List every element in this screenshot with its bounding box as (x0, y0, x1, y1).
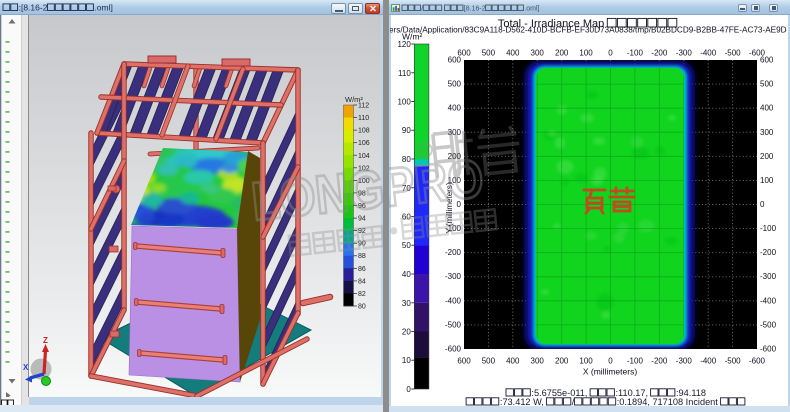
svg-text:40: 40 (402, 270, 411, 279)
svg-text:80: 80 (402, 155, 411, 164)
svg-text:.oml]: .oml] (524, 6, 539, 13)
svg-text:86: 86 (358, 266, 366, 273)
svg-text:-500: -500 (760, 320, 777, 329)
svg-text:500: 500 (448, 80, 462, 89)
svg-text::0.1894, 717108 Incident: :0.1894, 717108 Incident (617, 397, 719, 406)
svg-text:-100: -100 (627, 357, 644, 366)
svg-text:-300: -300 (676, 49, 693, 58)
svg-text:84: 84 (358, 278, 366, 285)
svg-text:-600: -600 (445, 345, 462, 354)
svg-text:-100: -100 (760, 224, 777, 233)
svg-text:400: 400 (506, 49, 520, 58)
svg-text:110: 110 (398, 69, 411, 78)
svg-text:70: 70 (402, 184, 411, 193)
svg-text:-500: -500 (445, 320, 462, 329)
svg-text:-200: -200 (651, 357, 668, 366)
svg-text:200: 200 (760, 152, 774, 161)
svg-text:-300: -300 (676, 357, 693, 366)
svg-text:96: 96 (358, 203, 366, 210)
svg-text:112: 112 (358, 103, 369, 110)
svg-text:-400: -400 (700, 49, 717, 58)
svg-text:90: 90 (358, 241, 366, 248)
svg-text:-400: -400 (700, 357, 717, 366)
svg-text:92: 92 (358, 228, 366, 235)
svg-text:600: 600 (760, 56, 774, 65)
svg-text:0: 0 (608, 49, 613, 58)
svg-text:100: 100 (397, 98, 411, 107)
svg-text:94: 94 (358, 216, 366, 223)
svg-text:500: 500 (482, 357, 496, 366)
svg-text:-200: -200 (760, 248, 777, 257)
svg-text:30: 30 (402, 299, 411, 308)
svg-text:-100: -100 (627, 49, 644, 58)
svg-text:Z: Z (43, 336, 48, 345)
svg-text:-100: -100 (445, 224, 462, 233)
svg-text:300: 300 (760, 128, 774, 137)
svg-text:90: 90 (402, 126, 411, 135)
svg-text:-300: -300 (760, 272, 777, 281)
svg-text:108: 108 (358, 128, 370, 135)
svg-text:-500: -500 (725, 49, 742, 58)
svg-text:10: 10 (402, 356, 411, 365)
svg-text:0: 0 (608, 357, 613, 366)
svg-text:-300: -300 (445, 272, 462, 281)
svg-text:80: 80 (358, 304, 366, 311)
svg-text:100: 100 (579, 49, 593, 58)
svg-text:300: 300 (531, 357, 545, 366)
svg-text:50: 50 (402, 241, 411, 250)
svg-text:600: 600 (457, 357, 471, 366)
svg-text::73.412 W,: :73.412 W, (500, 397, 544, 406)
svg-text:20: 20 (402, 328, 411, 337)
svg-text:300: 300 (448, 128, 462, 137)
svg-text:600: 600 (448, 56, 462, 65)
svg-text:[8.16-2: [8.16-2 (464, 6, 486, 13)
svg-text:500: 500 (482, 49, 496, 58)
svg-text:0: 0 (406, 385, 411, 394)
svg-text:ers/Data/Application/83C9A118-: ers/Data/Application/83C9A118-D562-410D-… (390, 26, 787, 35)
svg-text:-600: -600 (760, 345, 777, 354)
svg-text:98: 98 (358, 190, 366, 197)
svg-text:X (millimeters): X (millimeters) (583, 367, 637, 377)
svg-text:-200: -200 (651, 49, 668, 58)
svg-text:400: 400 (506, 357, 520, 366)
svg-text:400: 400 (760, 104, 774, 113)
svg-text:0: 0 (760, 200, 765, 209)
svg-text:300: 300 (531, 49, 545, 58)
svg-text:60: 60 (402, 213, 411, 222)
svg-text:88: 88 (358, 253, 366, 260)
svg-text:-200: -200 (445, 248, 462, 257)
svg-text:200: 200 (555, 49, 569, 58)
svg-text:-400: -400 (445, 296, 462, 305)
svg-text:-500: -500 (725, 357, 742, 366)
svg-text:500: 500 (760, 80, 774, 89)
svg-text:110: 110 (358, 115, 369, 122)
svg-text:120: 120 (397, 40, 411, 49)
svg-text:102: 102 (358, 165, 370, 172)
svg-text:106: 106 (358, 140, 370, 147)
svg-text:-400: -400 (760, 296, 777, 305)
svg-text:200: 200 (555, 357, 569, 366)
svg-text:0: 0 (457, 200, 462, 209)
svg-text:100: 100 (760, 176, 774, 185)
svg-text:X: X (23, 363, 29, 372)
svg-text:100: 100 (579, 357, 593, 366)
svg-text:104: 104 (358, 153, 370, 160)
svg-text:-600: -600 (749, 357, 766, 366)
svg-text:400: 400 (448, 104, 462, 113)
svg-text:100: 100 (358, 178, 370, 185)
svg-text:82: 82 (358, 291, 366, 298)
svg-text:100: 100 (448, 176, 462, 185)
svg-text:200: 200 (448, 152, 462, 161)
